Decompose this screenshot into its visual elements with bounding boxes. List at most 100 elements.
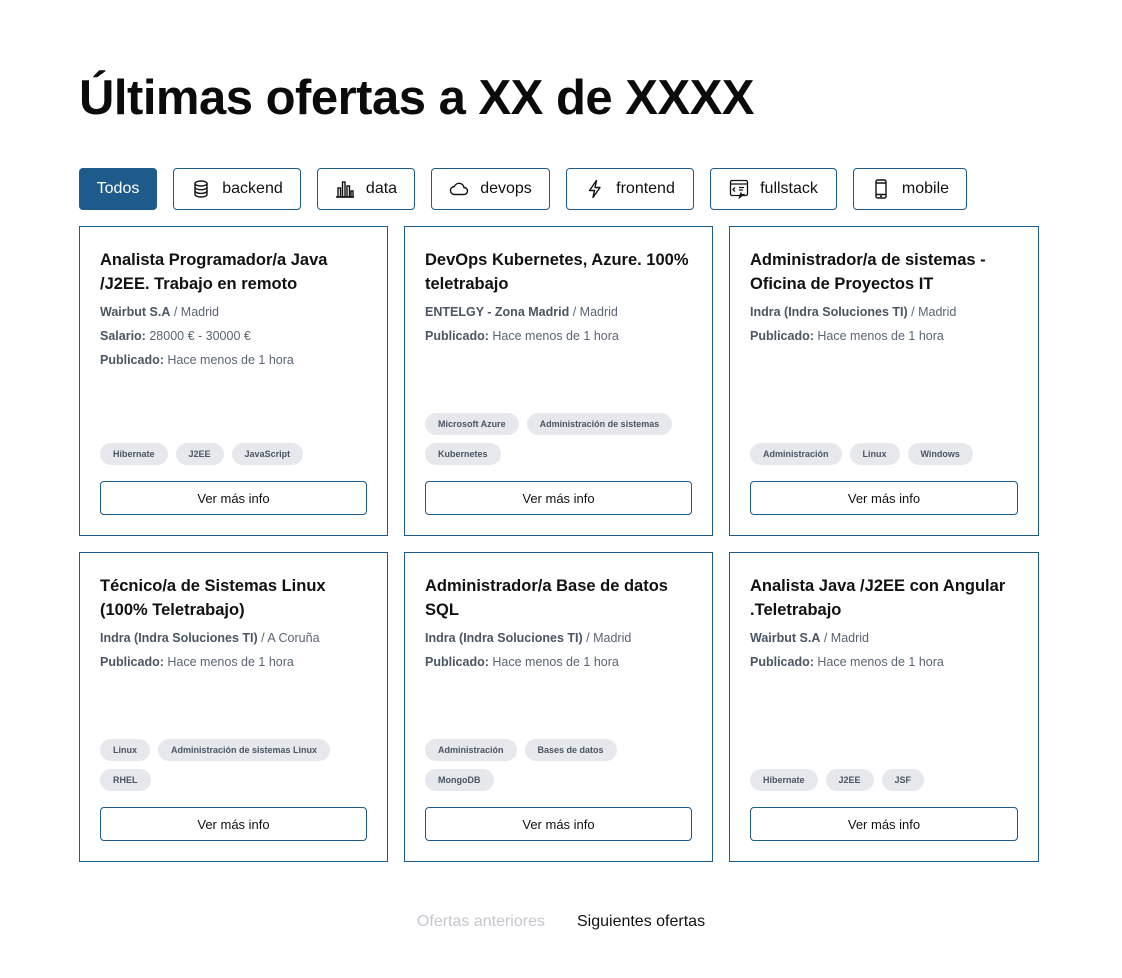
filter-label: fullstack [760,180,818,197]
job-location: / Madrid [911,305,957,319]
job-tags: Hibernate J2EE JavaScript [100,435,371,465]
job-tags: Administración Bases de datos MongoDB [425,731,696,791]
job-tag: J2EE [825,769,874,791]
filter-label: Todos [96,180,140,197]
published-label: Publicado: [425,655,489,669]
category-filters: Todos backend data devops frontend fulls… [79,168,983,210]
job-company: Indra (Indra Soluciones TI) [425,631,583,645]
job-tags: Hibernate J2EE JSF [750,761,1022,791]
job-title: Técnico/a de Sistemas Linux (100% Teletr… [100,577,326,619]
job-tag: Kubernetes [425,443,501,465]
job-published: Publicado: Hace menos de 1 hora [100,654,371,670]
job-card: Analista Java /J2EE con Angular .Teletra… [729,552,1039,862]
published-value: Hace menos de 1 hora [167,353,294,367]
job-card: Administrador/a Base de datos SQL Indra … [404,552,713,862]
page-title: Últimas ofertas a XX de XXXX [79,71,755,125]
filter-fullstack[interactable]: fullstack [710,168,837,210]
job-card: Administrador/a de sistemas - Oficina de… [729,226,1039,536]
filter-label: frontend [616,180,675,197]
job-tag: Hibernate [100,443,168,465]
published-value: Hace menos de 1 hora [817,655,944,669]
filter-label: data [365,180,398,197]
code-window-icon [729,179,749,199]
filter-backend[interactable]: backend [173,168,301,210]
job-location: / Madrid [586,631,632,645]
published-value: Hace menos de 1 hora [492,329,619,343]
job-tag: JavaScript [231,443,304,465]
job-title: Administrador/a de sistemas - Oficina de… [750,251,986,293]
published-label: Publicado: [750,329,814,343]
job-published: Publicado: Hace menos de 1 hora [750,654,1022,670]
database-icon [191,179,211,199]
next-offers-link[interactable]: Siguientes ofertas [577,912,705,932]
job-company-location: Indra (Indra Soluciones TI) / A Coruña [100,630,371,646]
job-company: Wairbut S.A [750,631,821,645]
job-company: Indra (Indra Soluciones TI) [750,305,908,319]
filter-mobile[interactable]: mobile [853,168,967,210]
job-tag: Administración de sistemas [526,413,673,435]
job-published: Publicado: Hace menos de 1 hora [100,352,371,368]
filter-data[interactable]: data [317,168,415,210]
job-salary: Salario: 28000 € - 30000 € [100,328,371,344]
job-title: Analista Programador/a Java /J2EE. Traba… [100,251,328,293]
job-company: Wairbut S.A [100,305,171,319]
published-label: Publicado: [750,655,814,669]
more-info-button[interactable]: Ver más info [425,481,692,515]
job-card: Analista Programador/a Java /J2EE. Traba… [79,226,388,536]
previous-offers-link[interactable]: Ofertas anteriores [417,912,545,932]
salary-value: 28000 € - 30000 € [149,329,251,343]
job-published: Publicado: Hace menos de 1 hora [425,654,696,670]
published-value: Hace menos de 1 hora [167,655,294,669]
published-label: Publicado: [100,655,164,669]
filter-frontend[interactable]: frontend [566,168,694,210]
job-tag: Microsoft Azure [425,413,519,435]
job-company: ENTELGY - Zona Madrid [425,305,570,319]
filter-label: mobile [901,180,950,197]
job-tag: MongoDB [425,769,494,791]
job-location: / Madrid [173,305,220,319]
job-title: Administrador/a Base de datos SQL [425,577,668,619]
more-info-button[interactable]: Ver más info [750,481,1018,515]
job-published: Publicado: Hace menos de 1 hora [750,328,1022,344]
job-tag: Hibernate [750,769,818,791]
salary-label: Salario: [100,329,146,343]
job-company-location: Wairbut S.A / Madrid [750,630,1022,646]
more-info-button[interactable]: Ver más info [750,807,1018,841]
job-company-location: Indra (Indra Soluciones TI) / Madrid [750,304,1022,320]
job-tag: Administración [425,739,517,761]
job-tag: JSF [881,769,925,791]
phone-icon [871,179,891,199]
published-value: Hace menos de 1 hora [492,655,619,669]
filter-todos[interactable]: Todos [79,168,157,210]
job-card: DevOps Kubernetes, Azure. 100% teletraba… [404,226,713,536]
job-card: Técnico/a de Sistemas Linux (100% Teletr… [79,552,388,862]
job-location: / A Coruña [261,631,320,645]
job-tag: Linux [849,443,900,465]
filter-label: devops [480,180,532,197]
job-title: Analista Java /J2EE con Angular .Teletra… [750,577,1006,619]
job-tag: J2EE [175,443,224,465]
pagination: Ofertas anteriores Siguientes ofertas [0,912,1122,932]
job-company-location: Wairbut S.A / Madrid [100,304,371,320]
bar-chart-icon [335,179,355,199]
job-offers-grid: Analista Programador/a Java /J2EE. Traba… [79,226,1039,862]
job-tag: Windows [907,443,973,465]
job-tag: Bases de datos [524,739,617,761]
cloud-icon [449,179,469,199]
job-location: / Madrid [572,305,618,319]
more-info-button[interactable]: Ver más info [100,807,367,841]
filter-devops[interactable]: devops [431,168,550,210]
job-company-location: Indra (Indra Soluciones TI) / Madrid [425,630,696,646]
more-info-button[interactable]: Ver más info [425,807,692,841]
job-tag: Administración de sistemas Linux [158,739,331,761]
published-value: Hace menos de 1 hora [817,329,944,343]
filter-label: backend [222,180,283,197]
job-published: Publicado: Hace menos de 1 hora [425,328,696,344]
job-tag: RHEL [100,769,151,791]
job-tag: Linux [100,739,150,761]
published-label: Publicado: [425,329,489,343]
job-title: DevOps Kubernetes, Azure. 100% teletraba… [425,251,689,293]
published-label: Publicado: [100,353,164,367]
job-company-location: ENTELGY - Zona Madrid / Madrid [425,304,696,320]
more-info-button[interactable]: Ver más info [100,481,367,515]
